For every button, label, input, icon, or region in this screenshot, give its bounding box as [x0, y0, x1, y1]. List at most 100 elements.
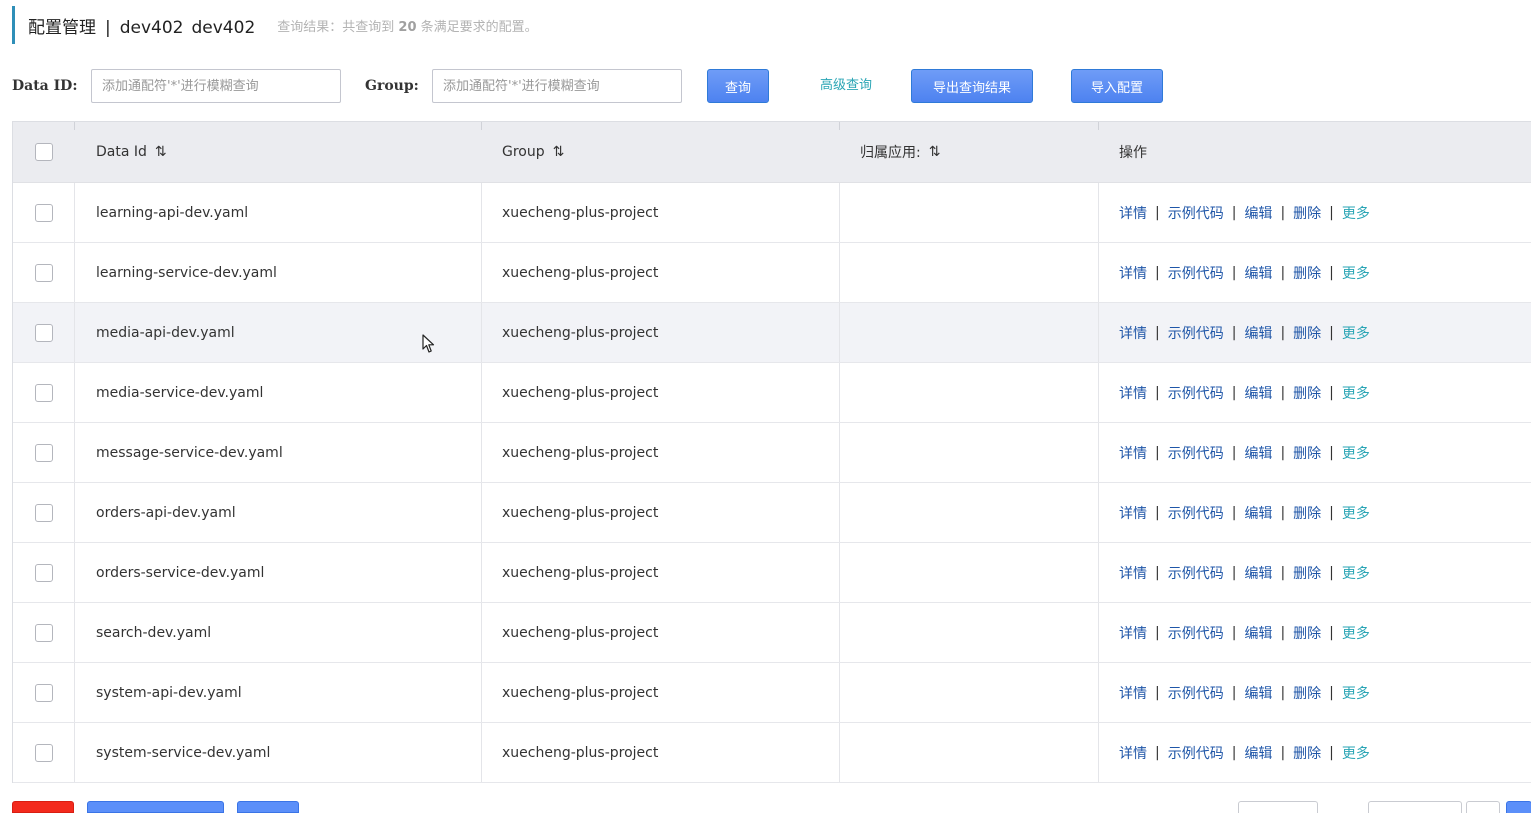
- action-separator: |: [1280, 384, 1286, 401]
- action-separator: |: [1231, 324, 1237, 341]
- sort-icon[interactable]: ⇅: [553, 144, 565, 160]
- sort-icon[interactable]: ⇅: [155, 144, 167, 160]
- row-checkbox[interactable]: [34, 443, 53, 462]
- row-checkbox[interactable]: [34, 563, 53, 582]
- detail-link[interactable]: 详情: [1119, 503, 1147, 523]
- delete-link[interactable]: 删除: [1293, 503, 1321, 523]
- edit-link[interactable]: 编辑: [1244, 383, 1272, 403]
- more-link[interactable]: 更多: [1342, 623, 1370, 643]
- advanced-search-link[interactable]: 高级查询: [820, 69, 872, 103]
- delete-link[interactable]: 删除: [1293, 743, 1321, 763]
- delete-link[interactable]: 删除: [1293, 383, 1321, 403]
- delete-link[interactable]: 删除: [1293, 443, 1321, 463]
- edit-link[interactable]: 编辑: [1244, 623, 1272, 643]
- cell-group: xuecheng-plus-project: [482, 183, 840, 242]
- action-separator: |: [1329, 504, 1334, 521]
- page-title-text: 配置管理: [28, 17, 96, 38]
- sample-code-link[interactable]: 示例代码: [1168, 443, 1224, 463]
- row-checkbox[interactable]: [34, 203, 53, 222]
- detail-link[interactable]: 详情: [1119, 383, 1147, 403]
- select-all-checkbox[interactable]: [35, 143, 53, 161]
- cell-group: xuecheng-plus-project: [482, 723, 840, 782]
- more-link[interactable]: 更多: [1342, 263, 1370, 283]
- action-separator: |: [1280, 564, 1286, 581]
- edit-link[interactable]: 编辑: [1244, 503, 1272, 523]
- delete-link[interactable]: 删除: [1293, 203, 1321, 223]
- batch-delete-button[interactable]: [12, 801, 74, 813]
- edit-link[interactable]: 编辑: [1244, 323, 1272, 343]
- cell-actions: 详情 | 示例代码 | 编辑 | 删除 | 更多: [1099, 303, 1531, 362]
- delete-link[interactable]: 删除: [1293, 263, 1321, 283]
- sample-code-link[interactable]: 示例代码: [1168, 263, 1224, 283]
- data-id-input[interactable]: [91, 69, 341, 103]
- row-checkbox[interactable]: [34, 503, 53, 522]
- page-size-select[interactable]: [1238, 801, 1318, 813]
- detail-link[interactable]: 详情: [1119, 743, 1147, 763]
- row-checkbox[interactable]: [34, 383, 53, 402]
- more-link[interactable]: 更多: [1342, 383, 1370, 403]
- action-separator: |: [1280, 444, 1286, 461]
- pagination-prev[interactable]: [1368, 801, 1462, 813]
- detail-link[interactable]: 详情: [1119, 323, 1147, 343]
- delete-link[interactable]: 删除: [1293, 563, 1321, 583]
- sample-code-link[interactable]: 示例代码: [1168, 203, 1224, 223]
- sample-code-link[interactable]: 示例代码: [1168, 323, 1224, 343]
- clone-button[interactable]: [237, 801, 299, 813]
- detail-link[interactable]: 详情: [1119, 563, 1147, 583]
- sample-code-link[interactable]: 示例代码: [1168, 563, 1224, 583]
- action-separator: |: [1155, 264, 1160, 281]
- more-link[interactable]: 更多: [1342, 503, 1370, 523]
- cell-app: [840, 363, 1099, 422]
- column-header-app[interactable]: 归属应用: ⇅: [840, 122, 1099, 182]
- edit-link[interactable]: 编辑: [1244, 683, 1272, 703]
- pagination-page[interactable]: [1466, 801, 1500, 813]
- more-link[interactable]: 更多: [1342, 743, 1370, 763]
- detail-link[interactable]: 详情: [1119, 623, 1147, 643]
- sample-code-link[interactable]: 示例代码: [1168, 743, 1224, 763]
- delete-link[interactable]: 删除: [1293, 623, 1321, 643]
- export-selected-button[interactable]: [87, 801, 224, 813]
- sample-code-link[interactable]: 示例代码: [1168, 503, 1224, 523]
- edit-link[interactable]: 编辑: [1244, 563, 1272, 583]
- row-checkbox[interactable]: [34, 263, 53, 282]
- cell-app: [840, 243, 1099, 302]
- column-header-data-id[interactable]: Data Id ⇅: [75, 122, 482, 182]
- cell-actions: 详情 | 示例代码 | 编辑 | 删除 | 更多: [1099, 723, 1531, 782]
- sample-code-link[interactable]: 示例代码: [1168, 623, 1224, 643]
- detail-link[interactable]: 详情: [1119, 683, 1147, 703]
- export-results-button[interactable]: 导出查询结果: [911, 69, 1033, 103]
- row-checkbox[interactable]: [34, 623, 53, 642]
- row-checkbox[interactable]: [34, 743, 53, 762]
- more-link[interactable]: 更多: [1342, 563, 1370, 583]
- more-link[interactable]: 更多: [1342, 443, 1370, 463]
- edit-link[interactable]: 编辑: [1244, 263, 1272, 283]
- row-checkbox[interactable]: [34, 683, 53, 702]
- cell-data-id: message-service-dev.yaml: [75, 423, 482, 482]
- edit-link[interactable]: 编辑: [1244, 743, 1272, 763]
- detail-link[interactable]: 详情: [1119, 443, 1147, 463]
- sample-code-link[interactable]: 示例代码: [1168, 383, 1224, 403]
- detail-link[interactable]: 详情: [1119, 203, 1147, 223]
- action-separator: |: [1280, 684, 1286, 701]
- delete-link[interactable]: 删除: [1293, 323, 1321, 343]
- page-header: 配置管理 | dev402 dev402 查询结果：共查询到 20 条满足要求的配置。: [12, 6, 538, 44]
- row-checkbox-cell: [13, 603, 75, 662]
- action-separator: |: [1231, 624, 1237, 641]
- result-count: 20: [398, 19, 417, 35]
- search-button[interactable]: 查询: [707, 69, 769, 103]
- more-link[interactable]: 更多: [1342, 323, 1370, 343]
- delete-link[interactable]: 删除: [1293, 683, 1321, 703]
- action-separator: |: [1155, 744, 1160, 761]
- edit-link[interactable]: 编辑: [1244, 203, 1272, 223]
- more-link[interactable]: 更多: [1342, 683, 1370, 703]
- import-config-button[interactable]: 导入配置: [1071, 69, 1163, 103]
- column-header-group[interactable]: Group ⇅: [482, 122, 840, 182]
- detail-link[interactable]: 详情: [1119, 263, 1147, 283]
- row-checkbox[interactable]: [34, 323, 53, 342]
- group-input[interactable]: [432, 69, 682, 103]
- sample-code-link[interactable]: 示例代码: [1168, 683, 1224, 703]
- pagination-current-page[interactable]: [1506, 801, 1531, 813]
- sort-icon[interactable]: ⇅: [929, 144, 941, 160]
- more-link[interactable]: 更多: [1342, 203, 1370, 223]
- edit-link[interactable]: 编辑: [1244, 443, 1272, 463]
